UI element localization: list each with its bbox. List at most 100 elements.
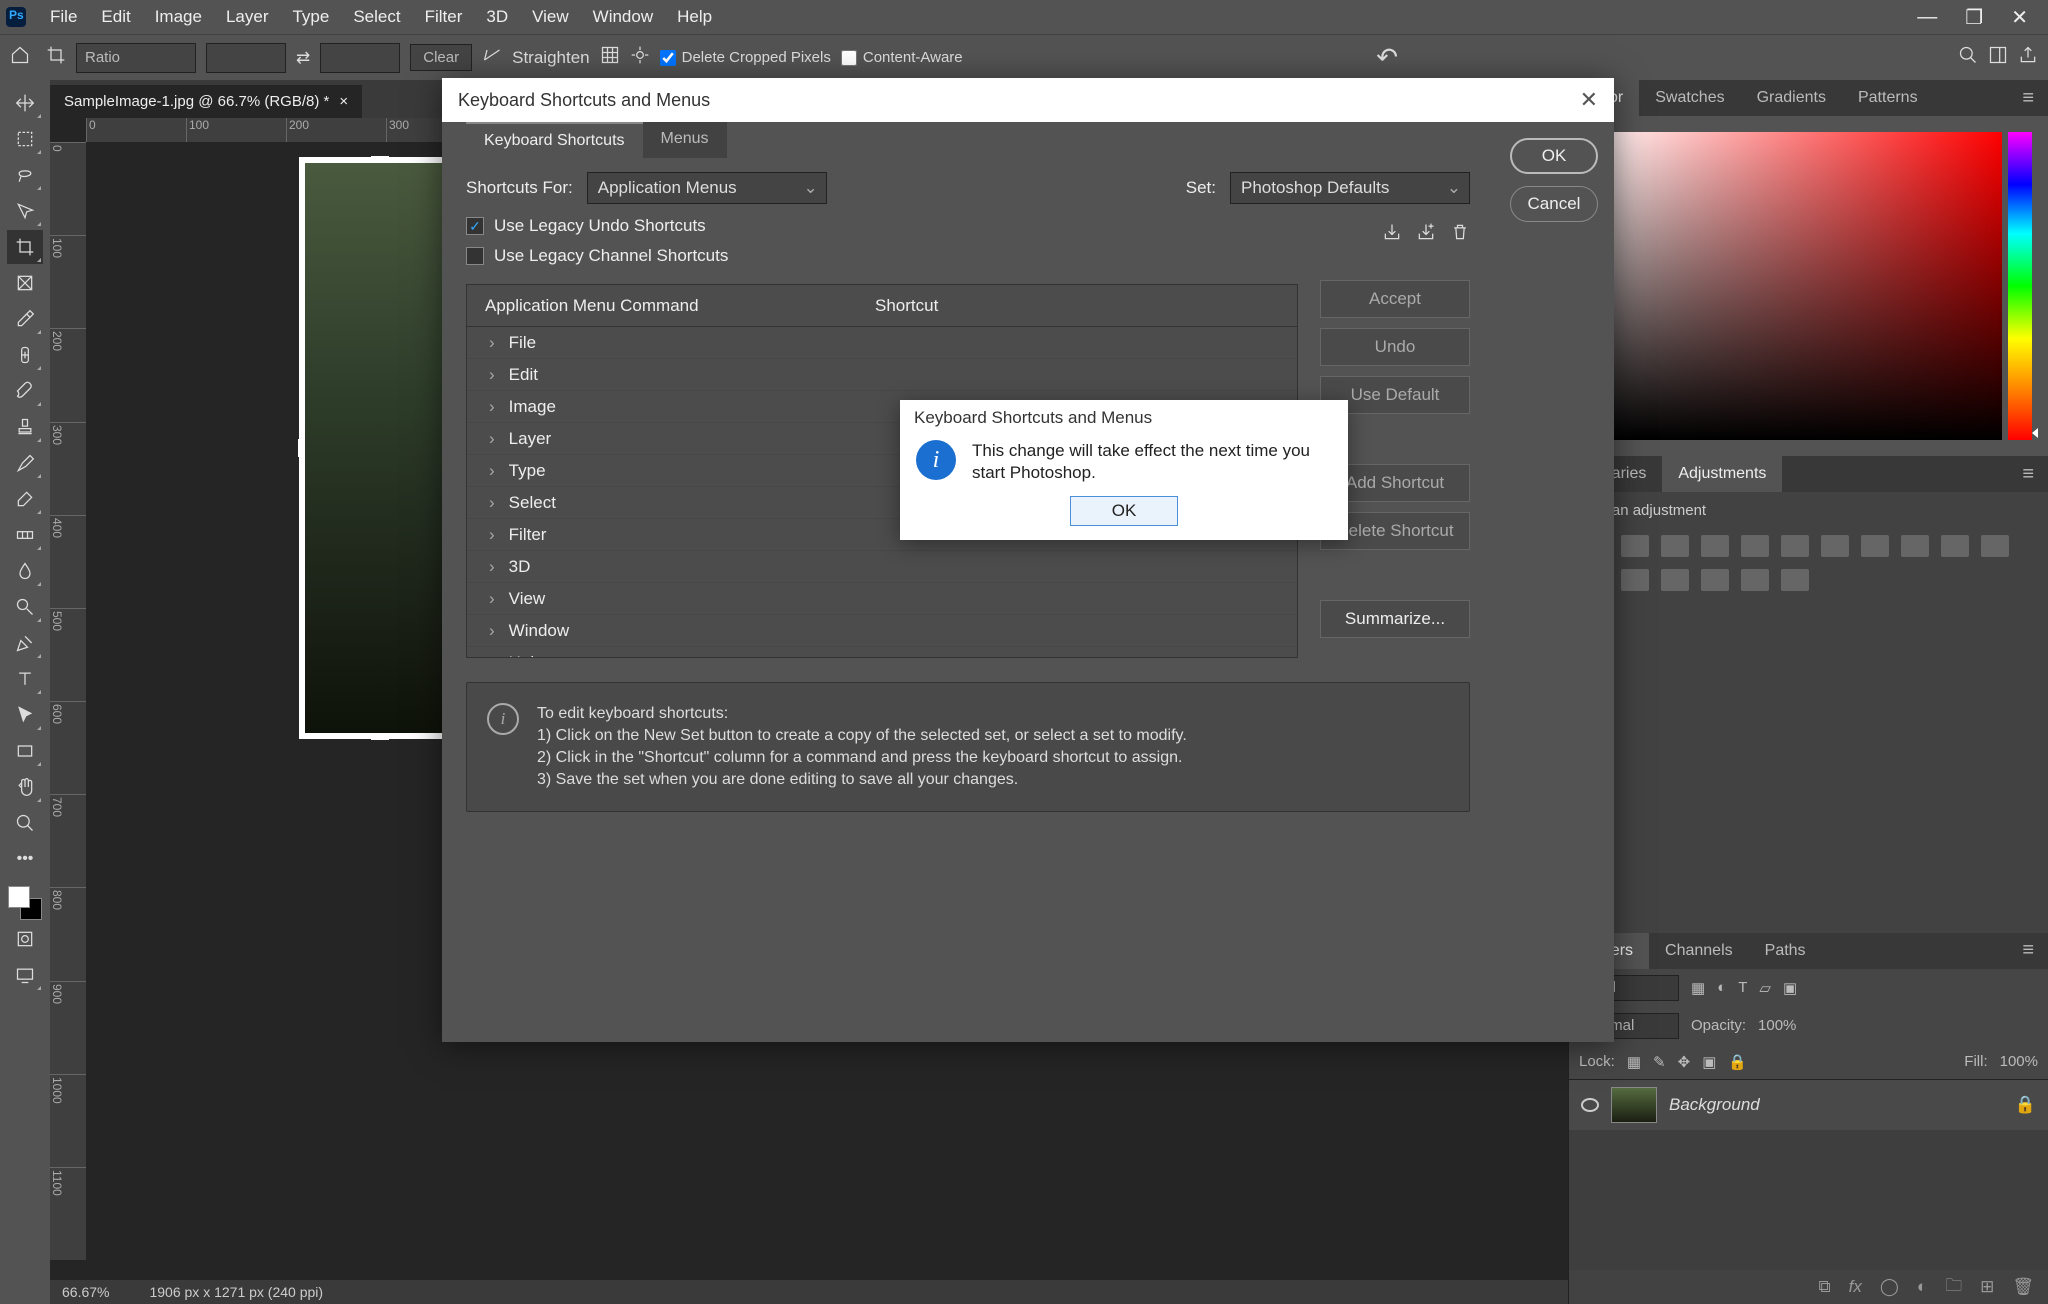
menu-select[interactable]: Select bbox=[341, 0, 412, 34]
clear-button[interactable]: Clear bbox=[410, 44, 472, 71]
accept-button[interactable]: Accept bbox=[1320, 280, 1470, 318]
tab-keyboard-shortcuts[interactable]: Keyboard Shortcuts bbox=[466, 122, 643, 158]
adjustment-layer-icon[interactable]: ◐ bbox=[1917, 1277, 1927, 1297]
menu-3d[interactable]: 3D bbox=[474, 0, 520, 34]
visibility-icon[interactable] bbox=[1581, 1098, 1599, 1112]
color-picker[interactable] bbox=[1569, 116, 2048, 456]
quickmask-tool[interactable] bbox=[7, 922, 43, 956]
invert-icon[interactable] bbox=[1621, 569, 1649, 591]
window-close[interactable]: ✕ bbox=[1997, 5, 2042, 30]
quick-select-tool[interactable] bbox=[7, 194, 43, 228]
grid-row[interactable]: ›Window bbox=[467, 615, 1297, 647]
close-icon[interactable]: ✕ bbox=[1580, 87, 1598, 113]
new-set-icon[interactable] bbox=[1416, 222, 1436, 247]
height-input[interactable] bbox=[320, 43, 400, 73]
window-maximize[interactable]: ❐ bbox=[1951, 5, 1997, 30]
filter-adj-icon[interactable]: ◐ bbox=[1717, 979, 1726, 996]
panel-menu-icon[interactable]: ≡ bbox=[2008, 87, 2048, 110]
filter-image-icon[interactable]: ▦ bbox=[1691, 979, 1705, 997]
photo-filter-icon[interactable] bbox=[1901, 535, 1929, 557]
crop-tool-icon[interactable] bbox=[46, 45, 66, 70]
delete-set-icon[interactable] bbox=[1450, 222, 1470, 247]
zoom-tool[interactable] bbox=[7, 806, 43, 840]
width-input[interactable] bbox=[206, 43, 286, 73]
hand-tool[interactable] bbox=[7, 770, 43, 804]
grid-overlay-icon[interactable] bbox=[600, 45, 620, 70]
lock-artboard-icon[interactable]: ▣ bbox=[1702, 1053, 1716, 1071]
swap-icon[interactable]: ⇄ bbox=[296, 48, 310, 68]
lookup-icon[interactable] bbox=[1981, 535, 2009, 557]
screenmode-tool[interactable] bbox=[7, 958, 43, 992]
save-set-icon[interactable] bbox=[1382, 222, 1402, 247]
set-select[interactable]: Photoshop Defaults bbox=[1230, 172, 1470, 204]
grid-row[interactable]: ›Help bbox=[467, 647, 1297, 657]
menu-image[interactable]: Image bbox=[143, 0, 214, 34]
tab-swatches[interactable]: Swatches bbox=[1639, 80, 1740, 116]
menu-help[interactable]: Help bbox=[665, 0, 724, 34]
tab-channels[interactable]: Channels bbox=[1649, 933, 1749, 969]
pattern-icon[interactable] bbox=[1781, 569, 1809, 591]
hue-icon[interactable] bbox=[1781, 535, 1809, 557]
shortcuts-for-select[interactable]: Application Menus bbox=[587, 172, 827, 204]
history-brush-tool[interactable] bbox=[7, 446, 43, 480]
lasso-tool[interactable] bbox=[7, 158, 43, 192]
legacy-undo-checkbox[interactable]: ✓Use Legacy Undo Shortcuts bbox=[466, 216, 1382, 236]
color-swatches[interactable] bbox=[8, 886, 42, 920]
grid-row[interactable]: ›3D bbox=[467, 551, 1297, 583]
menu-type[interactable]: Type bbox=[280, 0, 341, 34]
layer-thumbnail[interactable] bbox=[1611, 1087, 1657, 1123]
grid-row[interactable]: ›Edit bbox=[467, 359, 1297, 391]
blur-tool[interactable] bbox=[7, 554, 43, 588]
heal-tool[interactable] bbox=[7, 338, 43, 372]
panel-menu-icon[interactable]: ≡ bbox=[2008, 463, 2048, 486]
link-layers-icon[interactable]: ⧉ bbox=[1818, 1277, 1830, 1297]
new-layer-icon[interactable]: ⊞ bbox=[1980, 1277, 1994, 1297]
delete-layer-icon[interactable]: 🗑 bbox=[2012, 1277, 2034, 1297]
frame-tool[interactable] bbox=[7, 266, 43, 300]
cancel-button[interactable]: Cancel bbox=[1510, 186, 1598, 222]
straighten-label[interactable]: Straighten bbox=[512, 48, 590, 68]
undo-button[interactable]: Undo bbox=[1320, 328, 1470, 366]
filter-smart-icon[interactable]: ▣ bbox=[1783, 979, 1797, 997]
dialog-titlebar[interactable]: Keyboard Shortcuts and Menus ✕ bbox=[442, 78, 1614, 122]
lock-all-icon[interactable]: 🔒 bbox=[1728, 1053, 1747, 1071]
layer-name[interactable]: Background bbox=[1669, 1095, 1760, 1115]
tab-adjustments[interactable]: Adjustments bbox=[1662, 456, 1782, 492]
curves-icon[interactable] bbox=[1661, 535, 1689, 557]
crop-tool[interactable] bbox=[7, 230, 43, 264]
exposure-icon[interactable] bbox=[1701, 535, 1729, 557]
levels-icon[interactable] bbox=[1621, 535, 1649, 557]
workspace-icon[interactable] bbox=[1988, 45, 2008, 70]
grid-row[interactable]: ›View bbox=[467, 583, 1297, 615]
legacy-channel-checkbox[interactable]: Use Legacy Channel Shortcuts bbox=[466, 246, 1382, 266]
zoom-level[interactable]: 66.67% bbox=[62, 1284, 109, 1300]
delete-cropped-checkbox[interactable]: Delete Cropped Pixels bbox=[660, 49, 831, 66]
menu-view[interactable]: View bbox=[520, 0, 581, 34]
close-tab-icon[interactable]: × bbox=[339, 93, 348, 110]
tab-paths[interactable]: Paths bbox=[1749, 933, 1822, 969]
vibrance-icon[interactable] bbox=[1741, 535, 1769, 557]
threshold-icon[interactable] bbox=[1661, 569, 1689, 591]
home-icon[interactable] bbox=[10, 45, 36, 71]
menu-edit[interactable]: Edit bbox=[89, 0, 142, 34]
opacity-value[interactable]: 100% bbox=[1758, 1017, 1796, 1034]
colorbalance-icon[interactable] bbox=[1821, 535, 1849, 557]
color-box[interactable] bbox=[1585, 132, 2002, 440]
grid-row[interactable]: ›File bbox=[467, 327, 1297, 359]
group-icon[interactable]: 🗀 bbox=[1945, 1273, 1962, 1302]
straighten-icon[interactable] bbox=[482, 45, 502, 70]
ok-button[interactable]: OK bbox=[1510, 138, 1598, 174]
panel-menu-icon[interactable]: ≡ bbox=[2008, 939, 2048, 962]
search-icon[interactable] bbox=[1958, 45, 1978, 70]
fill-value[interactable]: 100% bbox=[2000, 1053, 2038, 1070]
document-tab[interactable]: SampleImage-1.jpg @ 66.7% (RGB/8) *× bbox=[50, 85, 362, 118]
lock-position-icon[interactable]: ✥ bbox=[1678, 1053, 1691, 1071]
rectangle-tool[interactable] bbox=[7, 734, 43, 768]
menu-file[interactable]: File bbox=[38, 0, 89, 34]
tab-patterns[interactable]: Patterns bbox=[1842, 80, 1934, 116]
gradient-tool[interactable] bbox=[7, 518, 43, 552]
bw-icon[interactable] bbox=[1861, 535, 1889, 557]
menu-filter[interactable]: Filter bbox=[413, 0, 475, 34]
crop-box[interactable] bbox=[299, 157, 461, 739]
channel-mixer-icon[interactable] bbox=[1941, 535, 1969, 557]
